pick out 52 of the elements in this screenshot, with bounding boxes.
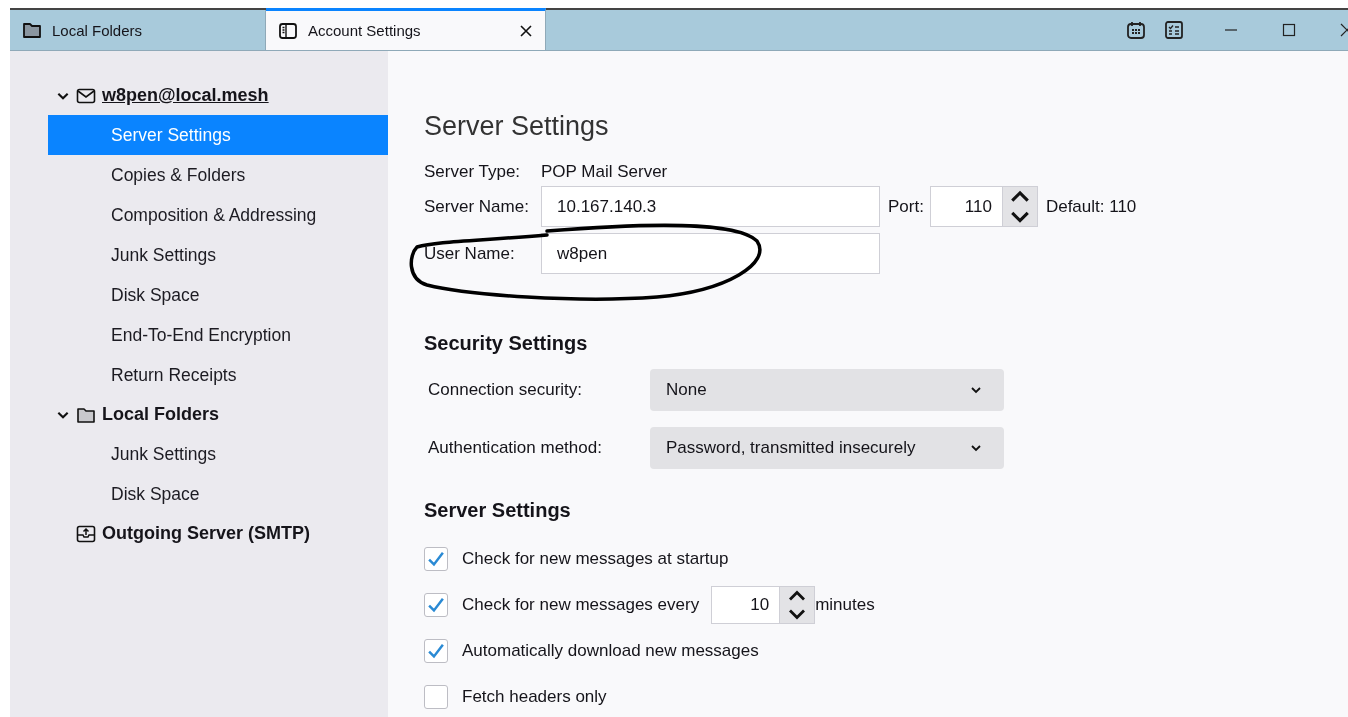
default-port-text: Default: 110 — [1045, 196, 1137, 217]
checkbox[interactable] — [424, 547, 448, 571]
checkbox[interactable] — [424, 593, 448, 617]
user-name-field[interactable]: w8pen — [541, 233, 880, 274]
dropdown[interactable]: None — [650, 369, 1004, 411]
envelope-icon — [76, 86, 96, 105]
sidebar-item[interactable]: Return Receipts — [48, 355, 388, 395]
port-spinner[interactable]: 110 — [929, 186, 1038, 227]
checkbox[interactable] — [424, 639, 448, 663]
field-label: Server Name: — [424, 196, 530, 217]
unit-label: minutes — [815, 595, 875, 615]
account-name[interactable]: w8pen@local.mesh — [102, 85, 269, 106]
calendar-icon[interactable] — [1126, 20, 1146, 40]
account-name[interactable]: Local Folders — [102, 404, 220, 425]
folder-icon — [22, 21, 42, 39]
outbox-icon — [76, 524, 96, 543]
field-label: Port: — [888, 196, 924, 217]
sidebar-item[interactable]: Disk Space — [48, 275, 388, 315]
maximize-icon[interactable] — [1282, 23, 1296, 37]
folder-icon — [76, 405, 96, 424]
checkbox-label: Check for new messages every — [462, 595, 700, 615]
sidebar-item[interactable]: Disk Space — [48, 474, 388, 514]
section-heading: Security Settings — [424, 332, 589, 355]
sidebar-item[interactable]: Junk Settings — [48, 434, 388, 474]
dropdown[interactable]: Password, transmitted insecurely — [650, 427, 1004, 469]
sidebar-item[interactable]: Composition & Addressing — [48, 195, 388, 235]
chevron-icon — [970, 386, 982, 394]
tab[interactable]: Account Settings — [266, 8, 546, 50]
checkbox-label: Automatically download new messages — [462, 641, 759, 661]
interval-spinner[interactable]: 10 — [711, 586, 816, 624]
sidebar-item[interactable]: Junk Settings — [48, 235, 388, 275]
server-name-field[interactable]: 10.167.140.3 — [541, 186, 880, 227]
checkbox-label: Fetch headers only — [462, 687, 607, 707]
tab-label: Account Settings — [308, 22, 422, 39]
panel-icon — [278, 21, 298, 40]
close-icon[interactable] — [519, 23, 533, 38]
server-type-value: POP Mail Server — [541, 162, 668, 182]
field-label: Server Type: — [424, 162, 522, 182]
task-list-icon[interactable] — [1164, 20, 1184, 40]
section-heading: Server Settings — [424, 499, 572, 522]
field-label: Connection security: — [427, 380, 584, 400]
checkbox[interactable] — [424, 685, 448, 709]
chevron-icon — [970, 444, 982, 452]
field-label: User Name: — [424, 243, 516, 264]
checkbox-label: Check for new messages at startup — [462, 549, 729, 569]
page-title: Server Settings — [424, 111, 610, 142]
account-name[interactable]: Outgoing Server (SMTP) — [102, 523, 310, 544]
sidebar-item[interactable]: Server Settings — [48, 115, 388, 155]
field-label: Authentication method: — [427, 438, 603, 458]
sidebar-item[interactable]: Copies & Folders — [48, 155, 388, 195]
tab-label: Local Folders — [52, 21, 144, 39]
sidebar-item[interactable]: End-To-End Encryption — [48, 315, 388, 355]
